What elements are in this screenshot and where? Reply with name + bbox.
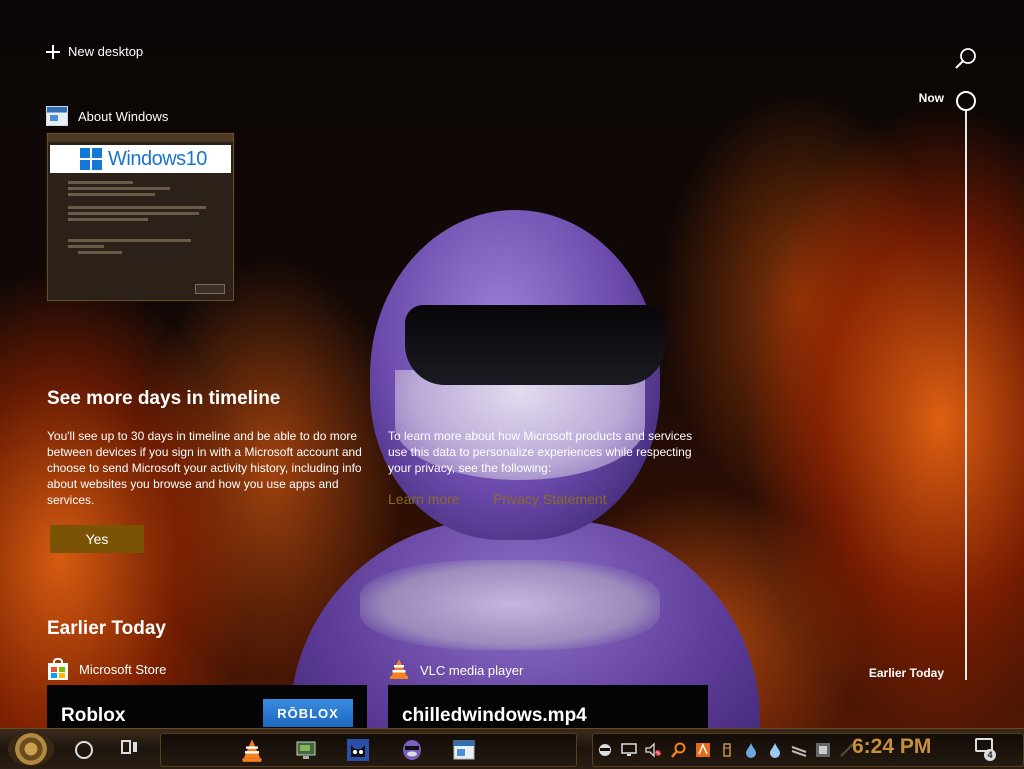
new-desktop-label: New desktop (68, 44, 144, 59)
cat-taskbar-icon[interactable] (345, 737, 371, 763)
plus-icon (46, 44, 60, 59)
character-taskbar-icon[interactable] (399, 737, 425, 763)
microsoft-store-icon (47, 658, 69, 680)
stacked-icon[interactable] (791, 742, 807, 758)
earlier-today-heading: Earlier Today (47, 618, 166, 639)
windows10-banner: Windows10 (50, 145, 231, 173)
thumbnail-titlebar (48, 134, 233, 142)
ink-icon[interactable] (719, 742, 735, 758)
start-button[interactable] (8, 732, 54, 766)
thumbnail-ok-button (195, 284, 225, 294)
promo-title: See more days in timeline (47, 388, 281, 409)
thumbnail-text-lines (48, 173, 233, 254)
clock[interactable]: 6:24 PM (852, 735, 931, 759)
vlc-card-title: chilledwindows.mp4 (402, 705, 587, 726)
app-tile-icon[interactable] (815, 742, 831, 758)
drop-icon[interactable] (743, 742, 759, 758)
learn-more-link[interactable]: Learn more (388, 491, 460, 507)
about-windows-taskbar-icon[interactable] (451, 737, 477, 763)
about-windows-app-name: About Windows (78, 108, 169, 124)
privacy-body: To learn more about how Microsoft produc… (388, 429, 693, 475)
pinned-apps-bar (160, 733, 577, 767)
drop-icon-2[interactable] (767, 742, 783, 758)
microsoft-store-app-name: Microsoft Store (79, 661, 167, 677)
system-tray (592, 733, 1024, 767)
timeline-earlier-label[interactable]: Earlier Today (869, 666, 944, 680)
roblox-logo: RŌBLOX (263, 699, 353, 727)
privacy-statement-link[interactable]: Privacy Statement (493, 491, 607, 507)
cortana-icon[interactable] (75, 741, 93, 759)
about-windows-icon (46, 106, 68, 126)
microsoft-store-header: Microsoft Store (47, 658, 166, 680)
timeline-now-label[interactable]: Now (919, 91, 944, 105)
new-desktop-button[interactable]: New desktop (46, 44, 143, 59)
vlc-taskbar-icon[interactable] (239, 737, 265, 763)
taskbar: 6:24 PM 4 (0, 728, 1024, 769)
vlc-icon (388, 658, 410, 683)
notification-count-badge: 4 (984, 749, 996, 761)
app-icon[interactable] (695, 742, 711, 758)
character-tray-icon[interactable] (597, 742, 613, 758)
vlc-app-name: VLC media player (420, 663, 524, 678)
roblox-card-title: Roblox (61, 705, 126, 726)
windows10-banner-text: Windows10 (108, 147, 207, 170)
wallpaper-figure-glasses (405, 305, 665, 385)
network-icon[interactable] (621, 742, 637, 758)
timeline-scrollbar[interactable] (965, 110, 967, 680)
yes-button[interactable]: Yes (50, 525, 144, 553)
search-icon[interactable] (954, 46, 978, 70)
monitor-taskbar-icon[interactable] (293, 737, 319, 763)
volume-muted-icon[interactable] (645, 742, 661, 758)
windows-logo-icon (80, 148, 102, 170)
wallpaper-figure-shirt (360, 560, 660, 650)
about-windows-thumbnail[interactable]: Windows10 (47, 133, 234, 301)
task-view-icon[interactable] (121, 740, 137, 756)
timeline-knob[interactable] (956, 91, 976, 111)
vlc-header: VLC media player (388, 658, 523, 683)
promo-body: You'll see up to 30 days in timeline and… (47, 429, 362, 507)
about-windows-header: About Windows (46, 106, 168, 126)
search-tool-icon[interactable] (671, 742, 687, 758)
